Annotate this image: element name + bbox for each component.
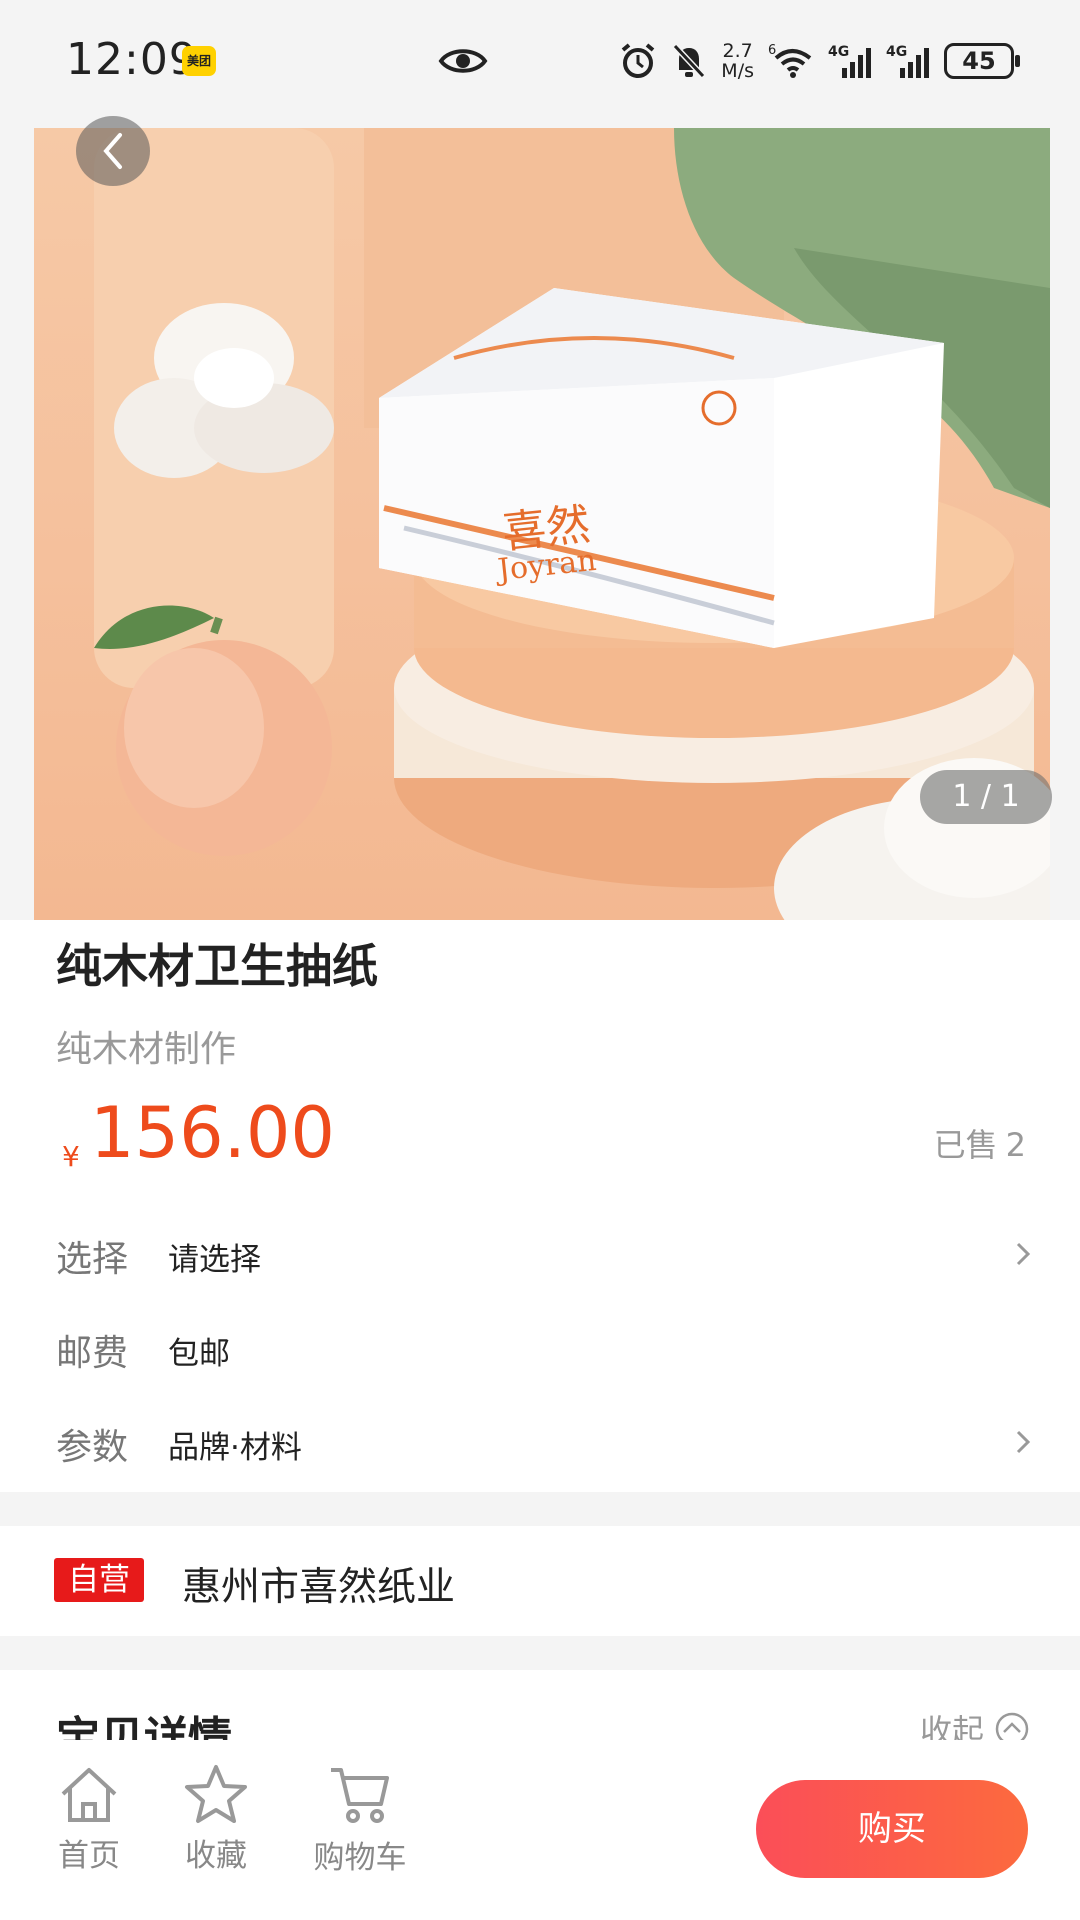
product-info: 纯木材卫生抽纸 纯木材制作 ¥ 156.00 已售 2 选择 请选择 邮费 包邮 … [0,920,1080,1492]
buy-button[interactable]: 购买 [756,1780,1028,1878]
option-label: 参数 [56,1427,129,1468]
shop-name: 惠州市喜然纸业 [182,1565,456,1610]
option-row-params[interactable]: 参数 品牌·材料 [56,1410,1036,1470]
shop-row[interactable]: 自营 惠州市喜然纸业 [0,1526,1080,1636]
bottom-action-bar: 首页 收藏 购物车 购买 [0,1740,1080,1920]
option-value: 请选择 [168,1242,261,1278]
self-operated-badge: 自营 [54,1558,144,1602]
tab-cart-label: 购物车 [313,1840,407,1876]
chevron-right-icon [1016,1242,1031,1266]
sold-number: 2 [1005,1126,1026,1164]
battery-icon: 45 [944,43,1020,79]
chevron-left-icon [103,133,122,169]
tab-favorite-label: 收藏 [185,1838,247,1874]
option-row-select[interactable]: 选择 请选择 [56,1222,1036,1282]
tab-home-label: 首页 [58,1838,120,1874]
star-icon [185,1765,247,1823]
product-subtitle: 纯木材制作 [56,1029,237,1070]
product-price: 156.00 [90,1092,335,1174]
tab-favorite[interactable]: 收藏 [181,1764,251,1875]
svg-text:4G: 4G [886,44,907,60]
svg-text:4G: 4G [828,44,849,60]
image-page-indicator: 1 / 1 [920,770,1052,824]
option-value: 包邮 [168,1336,230,1372]
network-speed: 2.7 M/s [721,40,754,82]
option-label: 选择 [56,1239,129,1280]
tab-home[interactable]: 首页 [54,1764,124,1875]
signal-sim2-icon: 4G [886,44,929,78]
option-row-shipping: 邮费 包邮 [56,1316,1036,1376]
product-detail-page: 12:09 美团 2.7 M/s 6 4G 4G 45 喜然 Joyran 1 … [0,0,1080,1920]
product-title: 纯木材卫生抽纸 [56,939,378,993]
signal-sim1-icon: 4G [828,44,871,78]
chevron-right-icon [1016,1430,1031,1454]
back-button[interactable] [76,116,150,186]
tab-cart[interactable]: 购物车 [312,1764,408,1877]
cart-icon [331,1768,389,1823]
eye-icon [438,49,488,73]
product-photo: 喜然 Joyran [94,128,1050,920]
price-row: ¥ 156.00 已售 2 [56,1090,1026,1180]
sold-count: 已售 2 [926,1120,1026,1166]
option-label: 邮费 [56,1333,129,1374]
option-value: 品牌·材料 [168,1430,302,1466]
currency-symbol: ¥ [62,1140,80,1173]
meituan-app-icon: 美团 [182,46,216,76]
sold-label: 已售 [933,1126,998,1164]
status-bar: 12:09 美团 2.7 M/s 6 4G 4G 45 [0,0,1080,122]
wifi-icon: 6 [768,43,812,78]
status-time: 12:09 [66,34,198,85]
alarm-icon [622,43,655,78]
status-icons: 2.7 M/s 6 4G 4G 45 [619,36,1020,86]
product-image[interactable]: 喜然 Joyran [34,128,1050,920]
home-icon [61,1768,117,1822]
mute-bell-icon [673,43,706,79]
svg-text:6: 6 [768,43,776,58]
